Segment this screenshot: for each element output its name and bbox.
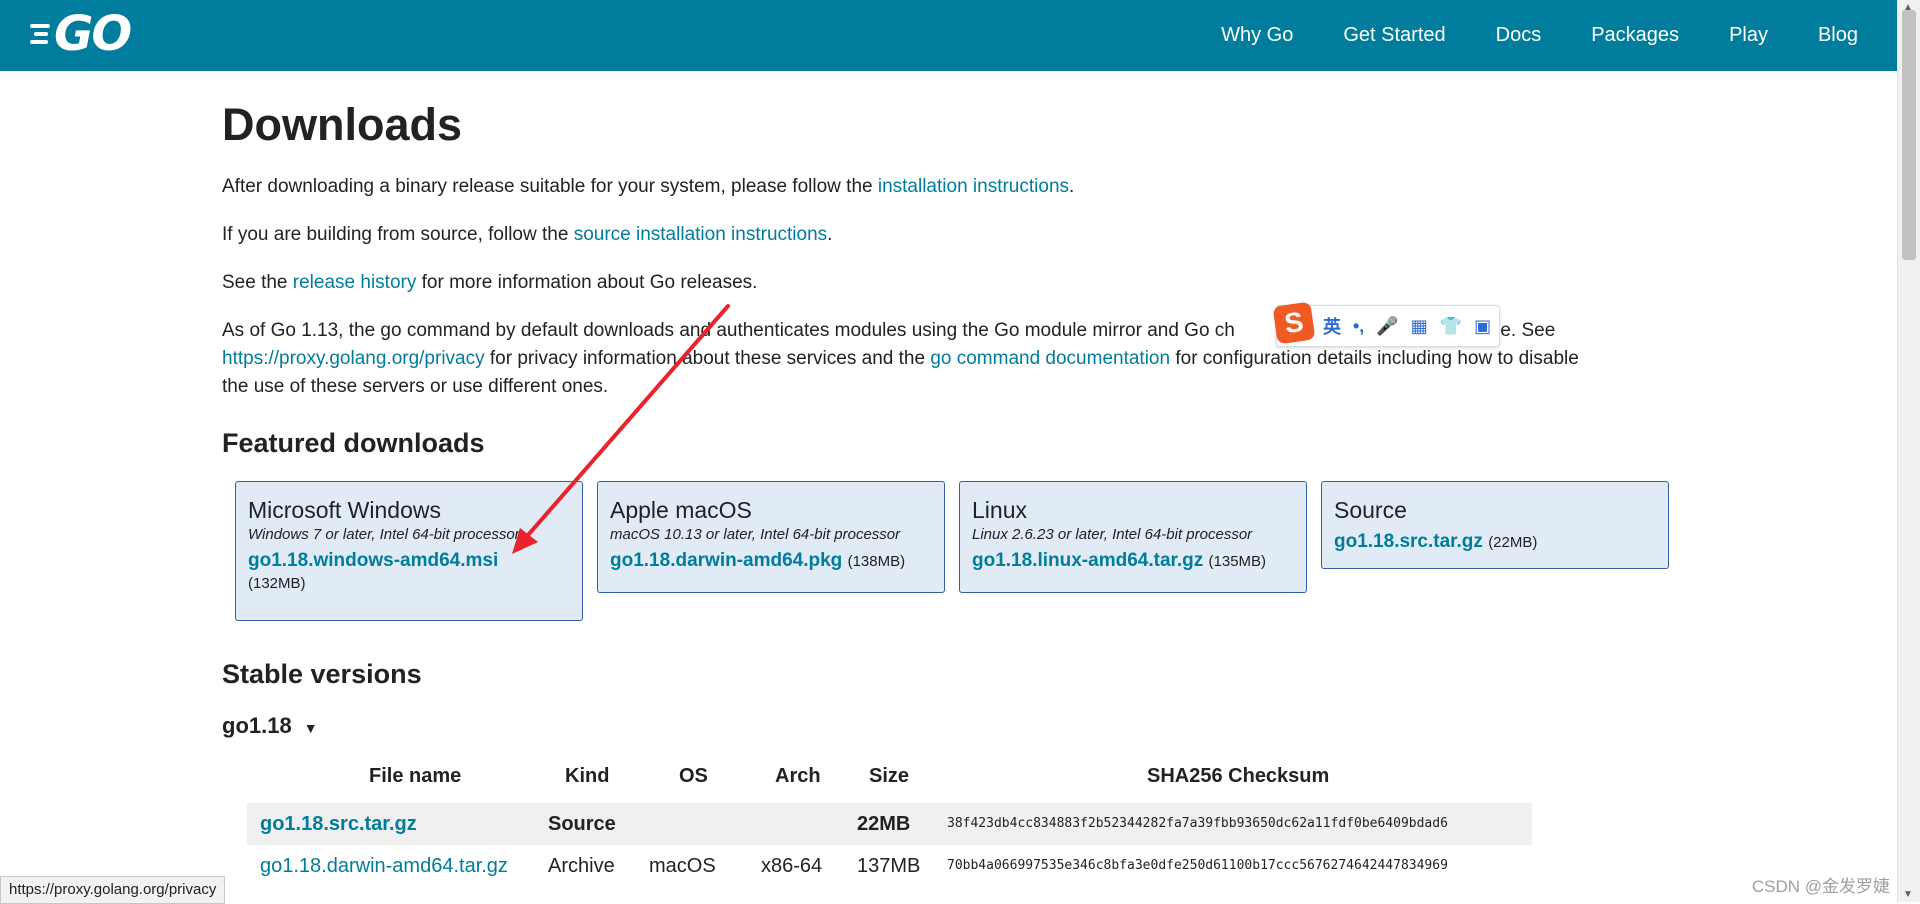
punctuation-icon[interactable]: •, [1353, 316, 1364, 337]
file-link[interactable]: go1.18.darwin-amd64.tar.gz [260, 855, 508, 877]
source-installation-link[interactable]: source installation instructions [574, 224, 827, 245]
keyboard-icon[interactable]: ▦ [1411, 316, 1428, 337]
intro-paragraph-3: See the release history for more informa… [222, 272, 758, 293]
intro-paragraph-2: If you are building from source, follow … [222, 224, 833, 245]
windows-download-link[interactable]: go1.18.windows-amd64.msi [248, 550, 498, 571]
featured-card-linux[interactable]: Linux Linux 2.6.23 or later, Intel 64-bi… [959, 481, 1307, 593]
ime-toolbar[interactable]: S 英 •, 🎤 ▦ 👕 ▣ [1272, 301, 1503, 347]
proxy-privacy-link[interactable]: https://proxy.golang.org/privacy [222, 348, 485, 369]
featured-downloads-heading: Featured downloads [222, 428, 485, 458]
nav-packages[interactable]: Packages [1591, 24, 1679, 47]
installation-instructions-link[interactable]: installation instructions [878, 176, 1069, 197]
go-logo[interactable]: GO [30, 6, 140, 62]
logo-text: GO [54, 6, 132, 62]
featured-card-macos[interactable]: Apple macOS macOS 10.13 or later, Intel … [597, 481, 945, 593]
sogou-logo-icon[interactable]: S [1272, 301, 1316, 345]
scrollbar-thumb[interactable] [1902, 10, 1916, 260]
nav-play[interactable]: Play [1729, 24, 1768, 47]
link-status-bar: https://proxy.golang.org/privacy [0, 876, 226, 904]
scroll-down-icon[interactable]: ▼ [1903, 889, 1913, 900]
table-header: File name Kind OS Arch Size SHA256 Check… [369, 765, 1330, 787]
ime-tools: 英 •, 🎤 ▦ 👕 ▣ [1323, 306, 1503, 346]
nav-get-started[interactable]: Get Started [1343, 24, 1445, 47]
nav-why-go[interactable]: Why Go [1221, 24, 1293, 47]
nav-docs[interactable]: Docs [1496, 24, 1542, 47]
intro-paragraph-1: After downloading a binary release suita… [222, 176, 1075, 197]
go-command-docs-link[interactable]: go command documentation [930, 348, 1170, 369]
release-history-link[interactable]: release history [293, 272, 417, 293]
top-nav: Why Go Get Started Docs Packages Play Bl… [1171, 0, 1858, 71]
table-row: go1.18.darwin-amd64.tar.gz Archive macOS… [260, 855, 1448, 877]
toolbox-icon[interactable]: ▣ [1474, 316, 1491, 337]
linux-download-link[interactable]: go1.18.linux-amd64.tar.gz [972, 550, 1203, 571]
skin-icon[interactable]: 👕 [1440, 316, 1462, 337]
language-toggle-icon[interactable]: 英 [1323, 313, 1341, 339]
source-download-link[interactable]: go1.18.src.tar.gz [1334, 531, 1483, 552]
featured-card-source[interactable]: Source go1.18.src.tar.gz (22MB) [1321, 481, 1669, 569]
caret-down-icon: ▼ [303, 720, 318, 736]
version-toggle[interactable]: go1.18 ▼ [222, 713, 318, 739]
table-row: go1.18.src.tar.gz Source 22MB 38f423db4c… [247, 803, 1532, 845]
featured-card-windows[interactable]: Microsoft Windows Windows 7 or later, In… [235, 481, 583, 621]
page-title: Downloads [222, 99, 463, 150]
page-scrollbar[interactable]: ▲ ▼ [1897, 0, 1920, 902]
stable-versions-heading: Stable versions [222, 659, 422, 689]
site-header: GO Why Go Get Started Docs Packages Play… [0, 0, 1898, 71]
csdn-watermark: CSDN @金发罗婕 [1751, 877, 1890, 896]
macos-download-link[interactable]: go1.18.darwin-amd64.pkg [610, 550, 842, 571]
file-link[interactable]: go1.18.src.tar.gz [260, 813, 417, 835]
nav-blog[interactable]: Blog [1818, 24, 1858, 47]
microphone-icon[interactable]: 🎤 [1376, 316, 1398, 337]
